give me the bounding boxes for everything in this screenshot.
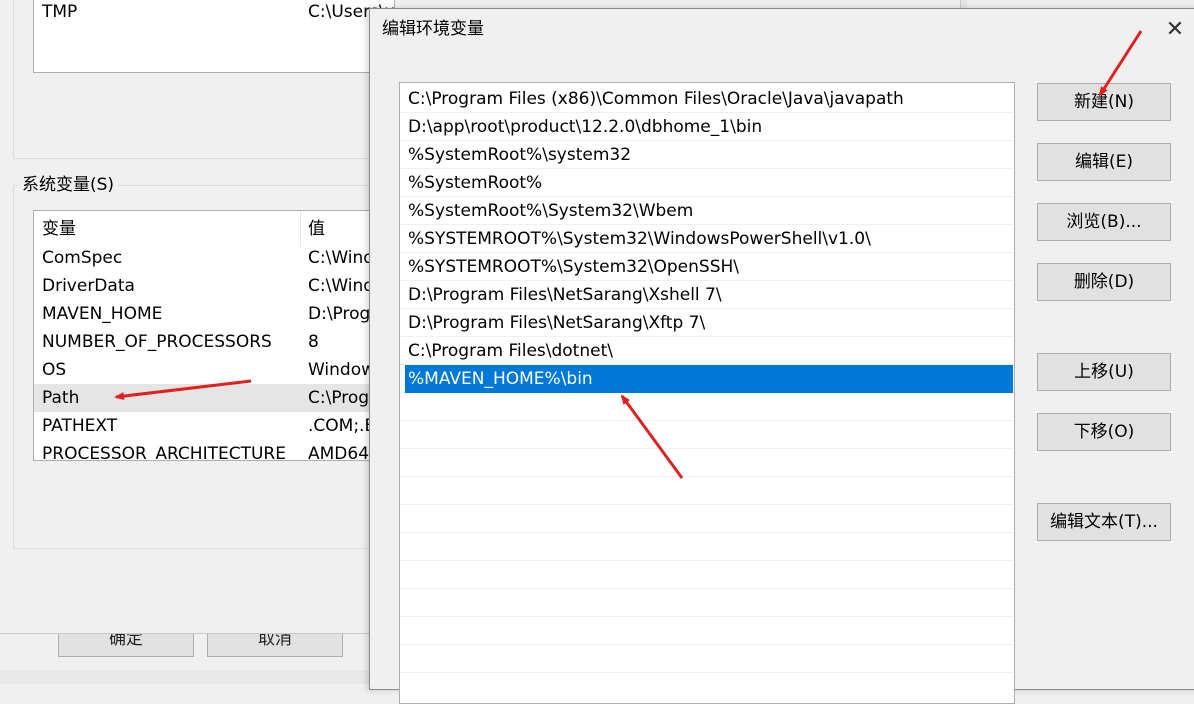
table-row-path[interactable]: Path C:\Prog (34, 384, 394, 412)
path-list-item-empty[interactable] (400, 505, 1014, 533)
path-text: %SystemRoot% (408, 173, 543, 193)
var-name: TMP (42, 2, 78, 22)
path-list-item-empty[interactable] (400, 477, 1014, 505)
cancel-button[interactable]: 取消 (207, 634, 343, 657)
path-list-item-empty[interactable] (400, 393, 1014, 421)
list-item[interactable]: TMP C:\Users\xx\AppData\Local\Temp (34, 0, 394, 28)
browse-button[interactable]: 浏览(B)... (1037, 203, 1171, 241)
path-list-item[interactable]: %SYSTEMROOT%\System32\WindowsPowerShell\… (400, 225, 1014, 253)
path-text: C:\Program Files (x86)\Common Files\Orac… (408, 89, 904, 109)
table-row[interactable]: NUMBER_OF_PROCESSORS 8 (34, 328, 394, 356)
delete-button[interactable]: 删除(D) (1037, 263, 1171, 301)
var-name: MAVEN_HOME (42, 304, 163, 324)
path-list-item[interactable]: %SYSTEMROOT%\System32\OpenSSH\ (400, 253, 1014, 281)
var-name: ComSpec (42, 248, 123, 268)
path-text: %MAVEN_HOME%\bin (408, 369, 593, 389)
var-name: PROCESSOR_ARCHITECTURE (42, 444, 286, 461)
path-list-item[interactable]: %SystemRoot%\system32 (400, 141, 1014, 169)
var-value: D:\Prog (308, 304, 371, 324)
var-name: DriverData (42, 276, 135, 296)
path-list-item[interactable]: D:\Program Files\NetSarang\Xshell 7\ (400, 281, 1014, 309)
system-vars-list[interactable]: 变量 值 ComSpec C:\Wind DriverData C:\Wind … (33, 210, 394, 461)
var-name: OS (42, 360, 67, 380)
move-down-button[interactable]: 下移(O) (1037, 413, 1171, 451)
var-name: PATHEXT (42, 416, 118, 436)
var-name: NUMBER_OF_PROCESSORS (42, 332, 272, 352)
path-text: %SYSTEMROOT%\System32\OpenSSH\ (408, 257, 740, 277)
ok-button[interactable]: 确定 (58, 634, 194, 657)
close-icon[interactable]: ✕ (1156, 11, 1194, 49)
var-value: C:\Prog (308, 388, 370, 408)
column-header-value[interactable]: 值 (308, 217, 325, 241)
edit-environment-variable-dialog: 编辑环境变量 ✕ C:\Program Files (x86)\Common F… (369, 8, 1194, 704)
path-text: %SystemRoot%\System32\Wbem (408, 201, 694, 221)
var-value: C:\Wind (308, 248, 375, 268)
path-list-item[interactable]: %SystemRoot%\System32\Wbem (400, 197, 1014, 225)
user-vars-group-border (13, 158, 383, 159)
user-vars-list[interactable]: TMP C:\Users\xx\AppData\Local\Temp (33, 0, 395, 73)
move-up-button[interactable]: 上移(U) (1037, 353, 1171, 391)
column-header-name[interactable]: 变量 (42, 217, 76, 241)
path-list-item[interactable]: D:\app\root\product\12.2.0\dbhome_1\bin (400, 113, 1014, 141)
path-list-item-empty[interactable] (400, 645, 1014, 673)
table-row[interactable]: PATHEXT .COM;.E (34, 412, 394, 440)
path-list-item-selected[interactable]: %MAVEN_HOME%\bin (400, 365, 1014, 393)
path-list-item-empty[interactable] (400, 589, 1014, 617)
column-headers: 变量 值 (34, 211, 394, 247)
path-text: C:\Program Files\dotnet\ (408, 341, 613, 361)
path-list-item[interactable]: C:\Program Files (x86)\Common Files\Orac… (400, 85, 1014, 113)
var-name: Path (42, 388, 80, 408)
table-row[interactable]: MAVEN_HOME D:\Prog (34, 300, 394, 328)
edit-button[interactable]: 编辑(E) (1037, 143, 1171, 181)
table-row[interactable]: PROCESSOR_ARCHITECTURE AMD64 (34, 440, 394, 461)
path-text: %SystemRoot%\system32 (408, 145, 632, 165)
var-value: AMD64 (308, 444, 370, 461)
var-value: C:\Wind (308, 276, 375, 296)
dialog-title: 编辑环境变量 (382, 19, 484, 39)
dialog-footer (0, 670, 370, 684)
new-button[interactable]: 新建(N) (1037, 83, 1171, 121)
path-list-item[interactable]: %SystemRoot% (400, 169, 1014, 197)
table-row[interactable]: OS Window (34, 356, 394, 384)
column-divider[interactable] (300, 211, 301, 247)
var-value: 8 (308, 332, 319, 352)
path-text: D:\app\root\product\12.2.0\dbhome_1\bin (408, 117, 763, 137)
path-text: D:\Program Files\NetSarang\Xshell 7\ (408, 285, 722, 305)
path-list[interactable]: C:\Program Files (x86)\Common Files\Orac… (399, 82, 1015, 704)
path-list-item[interactable]: C:\Program Files\dotnet\ (400, 337, 1014, 365)
path-list-item-empty[interactable] (400, 449, 1014, 477)
path-text: %SYSTEMROOT%\System32\WindowsPowerShell\… (408, 229, 871, 249)
path-list-item[interactable]: D:\Program Files\NetSarang\Xftp 7\ (400, 309, 1014, 337)
path-list-item-empty[interactable] (400, 617, 1014, 645)
user-vars-group-border (13, 0, 14, 158)
var-value: .COM;.E (308, 416, 376, 436)
path-text: D:\Program Files\NetSarang\Xftp 7\ (408, 313, 706, 333)
system-vars-group-label: 系统变量(S) (18, 173, 119, 197)
edit-text-button[interactable]: 编辑文本(T)... (1037, 503, 1171, 541)
table-row[interactable]: DriverData C:\Wind (34, 272, 394, 300)
table-row[interactable]: ComSpec C:\Wind (34, 244, 394, 272)
var-value: Window (308, 360, 376, 380)
path-list-item-empty[interactable] (400, 421, 1014, 449)
path-list-item-empty[interactable] (400, 561, 1014, 589)
path-list-item-empty[interactable] (400, 533, 1014, 561)
